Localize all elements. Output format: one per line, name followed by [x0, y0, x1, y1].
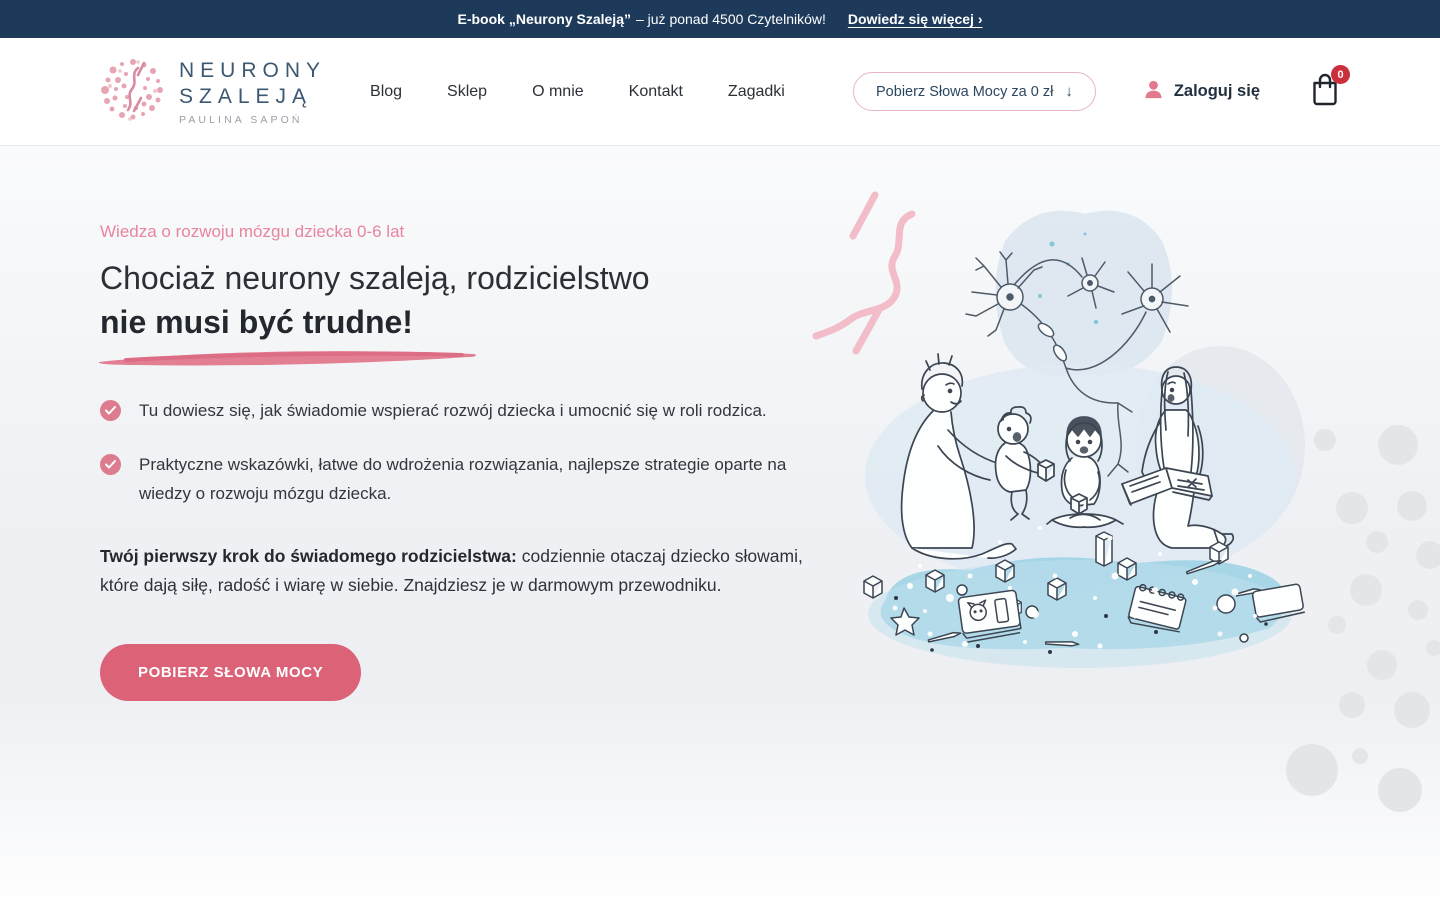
download-slowa-mocy-button[interactable]: Pobierz Słowa Mocy za 0 zł ↓	[853, 72, 1096, 111]
download-button-label: Pobierz Słowa Mocy za 0 zł	[876, 84, 1053, 100]
checklist-item: Tu dowiesz się, jak świadomie wspierać r…	[100, 396, 800, 425]
checklist-item-text: Praktyczne wskazówki, łatwe do wdrożenia…	[139, 450, 800, 508]
hero-eyebrow: Wiedza o rozwoju mózgu dziecka 0-6 lat	[100, 222, 830, 242]
hero-section: Wiedza o rozwoju mózgu dziecka 0-6 lat C…	[0, 146, 1440, 900]
logo-subtitle: PAULINA SAPOŃ	[179, 114, 326, 126]
main-nav: Blog Sklep O mnie Kontakt Zagadki	[370, 83, 785, 101]
login-label: Zaloguj się	[1174, 82, 1260, 101]
logo-mark-icon	[100, 56, 166, 127]
logo[interactable]: NEURONY SZALEJĄ PAULINA SAPOŃ	[100, 56, 326, 127]
check-icon	[100, 454, 121, 475]
nav-item-zagadki[interactable]: Zagadki	[728, 83, 785, 101]
hero-illustration	[800, 146, 1440, 900]
announcement-ebook-title: E-book „Neurony Szaleją”	[458, 11, 631, 27]
hero-heading: Chociaż neurony szaleją, rodzicielstwo n…	[100, 256, 830, 344]
hero-checklist: Tu dowiesz się, jak świadomie wspierać r…	[100, 396, 830, 508]
checklist-item-text: Tu dowiesz się, jak świadomie wspierać r…	[139, 396, 767, 425]
nav-item-blog[interactable]: Blog	[370, 83, 402, 101]
announcement-text: – już ponad 4500 Czytelników!	[636, 11, 826, 27]
arrow-down-icon: ↓	[1065, 83, 1073, 100]
hero-paragraph-lead: Twój pierwszy krok do świadomego rodzici…	[100, 546, 517, 566]
checklist-item: Praktyczne wskazówki, łatwe do wdrożenia…	[100, 450, 800, 508]
announcement-link[interactable]: Dowiedz się więcej ›	[848, 11, 983, 27]
check-icon	[100, 400, 121, 421]
logo-line2: SZALEJĄ	[179, 84, 326, 110]
hero-heading-line2: nie musi być trudne!	[100, 300, 830, 344]
login-link[interactable]: Zaloguj się	[1142, 78, 1260, 106]
cart-button[interactable]: 0	[1310, 72, 1340, 111]
dot-pattern-decoration	[1286, 425, 1440, 812]
nav-item-sklep[interactable]: Sklep	[447, 83, 487, 101]
nav-item-kontakt[interactable]: Kontakt	[629, 83, 683, 101]
nav-item-o-mnie[interactable]: O mnie	[532, 83, 584, 101]
cta-pobierz-slowa-mocy-button[interactable]: POBIERZ SŁOWA MOCY	[100, 644, 361, 701]
logo-line1: NEURONY	[179, 58, 326, 84]
announcement-bar: E-book „Neurony Szaleją” – już ponad 450…	[0, 0, 1440, 38]
hero-paragraph: Twój pierwszy krok do świadomego rodzici…	[100, 542, 818, 600]
hero-content: Wiedza o rozwoju mózgu dziecka 0-6 lat C…	[0, 146, 830, 701]
site-header: NEURONY SZALEJĄ PAULINA SAPOŃ Blog Sklep…	[0, 38, 1440, 146]
brush-underline-decoration	[96, 346, 482, 370]
pink-squiggle-decoration	[816, 195, 912, 351]
hero-heading-line1: Chociaż neurony szaleją, rodzicielstwo	[100, 260, 650, 296]
user-icon	[1142, 78, 1165, 106]
cart-count-badge: 0	[1331, 65, 1350, 84]
logo-text: NEURONY SZALEJĄ PAULINA SAPOŃ	[179, 58, 326, 126]
